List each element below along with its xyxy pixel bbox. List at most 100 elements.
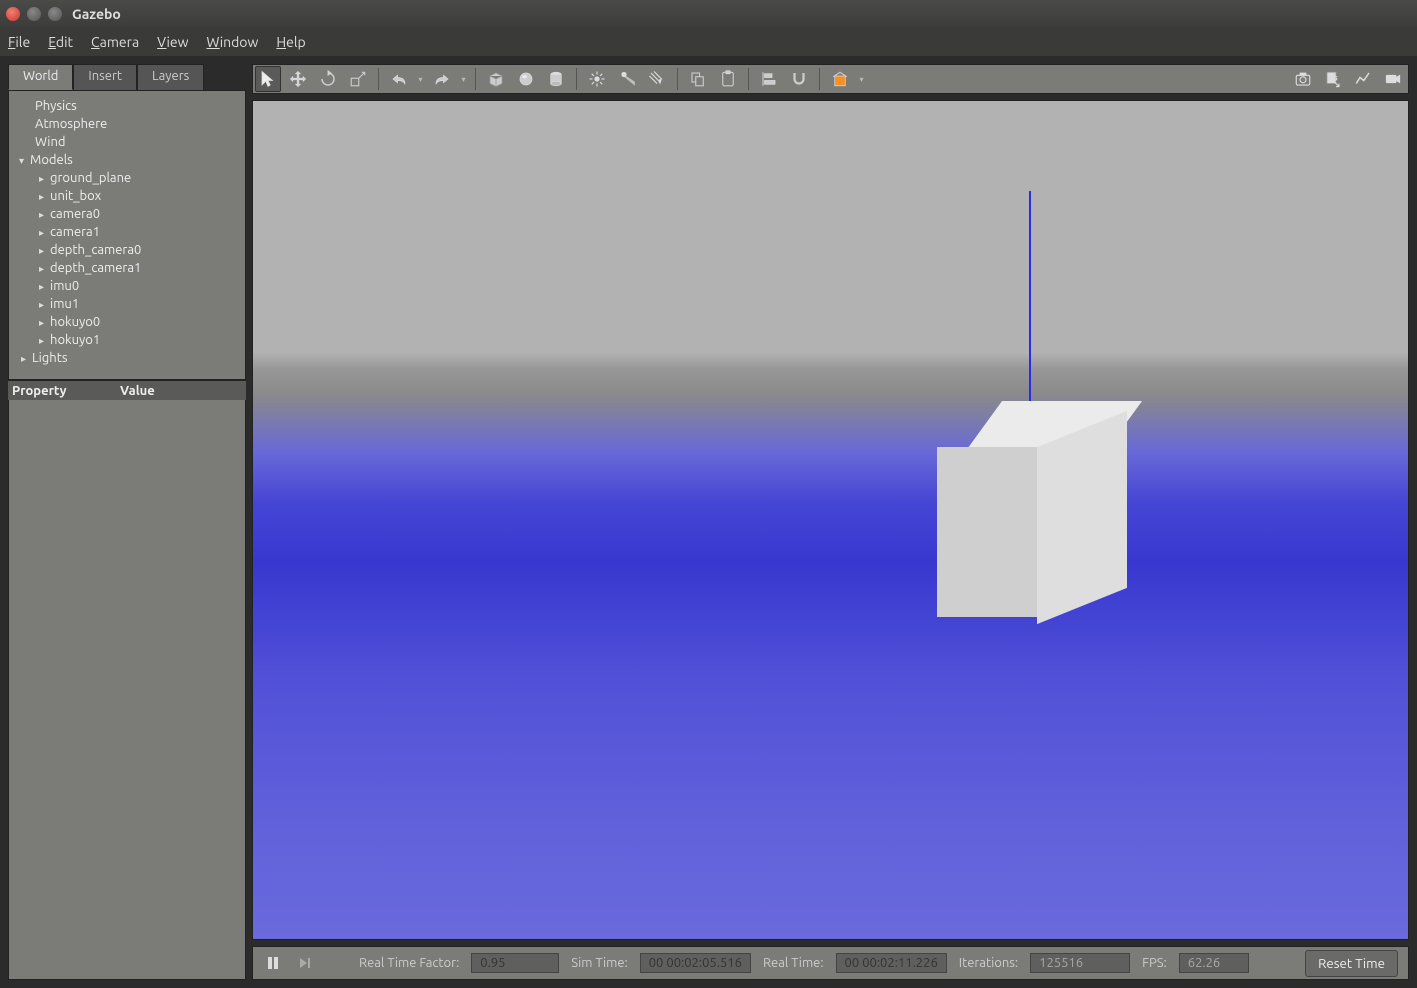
tool-align[interactable] (756, 66, 782, 92)
rtf-value: 0.95 (471, 953, 559, 973)
status-bar: Real Time Factor: 0.95 Sim Time: 00 00:0… (252, 946, 1409, 980)
copy-icon (689, 70, 707, 88)
tree-model-camera1[interactable]: camera1 (13, 223, 241, 241)
menu-view[interactable]: View (157, 34, 188, 50)
menu-edit[interactable]: Edit (48, 34, 73, 50)
sphere-icon (517, 70, 535, 88)
iterations-value: 125516 (1030, 953, 1130, 973)
tree-model-depth_camera1[interactable]: depth_camera1 (13, 259, 241, 277)
box-icon (487, 70, 505, 88)
tree-wind[interactable]: Wind (13, 133, 241, 151)
tool-sphere[interactable] (513, 66, 539, 92)
menu-camera[interactable]: Camera (91, 34, 139, 50)
tree-model-imu0[interactable]: imu0 (13, 277, 241, 295)
tool-record[interactable] (1380, 66, 1406, 92)
cursor-icon (259, 70, 277, 88)
property-header-property: Property (8, 384, 116, 398)
menubar: File Edit Camera View Window Help (0, 28, 1417, 56)
tree-model-imu1[interactable]: imu1 (13, 295, 241, 313)
tool-copy[interactable] (685, 66, 711, 92)
move-icon (289, 70, 307, 88)
tab-layers[interactable]: Layers (137, 64, 204, 90)
menu-window[interactable]: Window (206, 34, 258, 50)
tool-undo[interactable] (386, 66, 412, 92)
tree-physics[interactable]: Physics (13, 97, 241, 115)
tool-paste[interactable] (715, 66, 741, 92)
scene-cube (937, 421, 1117, 601)
3d-viewport[interactable] (252, 100, 1409, 940)
window-maximize-button[interactable] (48, 7, 62, 21)
real-time-label: Real Time: (763, 956, 824, 970)
pause-button[interactable] (263, 953, 283, 973)
building-icon (831, 70, 849, 88)
window-close-button[interactable] (6, 7, 20, 21)
tool-scale[interactable] (345, 66, 371, 92)
rotate-icon (319, 70, 337, 88)
tab-world[interactable]: World (8, 64, 73, 90)
property-header: Property Value (8, 380, 246, 400)
tool-plot[interactable] (1350, 66, 1376, 92)
building-dropdown[interactable]: ▾ (857, 75, 866, 84)
tool-cylinder[interactable] (543, 66, 569, 92)
toolbar: ▾ ▾ (252, 64, 1409, 94)
window-minimize-button[interactable] (27, 7, 41, 21)
tree-model-camera0[interactable]: camera0 (13, 205, 241, 223)
fps-label: FPS: (1142, 956, 1167, 970)
step-button[interactable] (295, 953, 315, 973)
spot-light-icon (618, 70, 636, 88)
tree-models[interactable]: Models (13, 151, 241, 169)
tree-atmosphere[interactable]: Atmosphere (13, 115, 241, 133)
tool-snap[interactable] (786, 66, 812, 92)
sim-time-label: Sim Time: (571, 956, 627, 970)
property-panel (8, 400, 246, 980)
tree-model-hokuyo1[interactable]: hokuyo1 (13, 331, 241, 349)
svg-text:LOG: LOG (1329, 76, 1338, 81)
reset-time-button[interactable]: Reset Time (1305, 950, 1398, 977)
menu-help[interactable]: Help (276, 34, 305, 50)
record-icon (1384, 70, 1402, 88)
cylinder-icon (547, 70, 565, 88)
tree-model-hokuyo0[interactable]: hokuyo0 (13, 313, 241, 331)
tool-translate[interactable] (285, 66, 311, 92)
undo-dropdown[interactable]: ▾ (416, 75, 425, 84)
rtf-label: Real Time Factor: (359, 956, 459, 970)
camera-icon (1294, 70, 1312, 88)
tool-rotate[interactable] (315, 66, 341, 92)
paste-icon (719, 70, 737, 88)
log-icon: LOG (1324, 70, 1342, 88)
tool-box[interactable] (483, 66, 509, 92)
tree-model-depth_camera0[interactable]: depth_camera0 (13, 241, 241, 259)
tool-select[interactable] (255, 66, 281, 92)
tool-log[interactable]: LOG (1320, 66, 1346, 92)
undo-icon (390, 70, 408, 88)
pause-icon (266, 956, 280, 970)
tool-building-editor[interactable] (827, 66, 853, 92)
tab-insert[interactable]: Insert (73, 64, 137, 90)
tool-directional-light[interactable] (644, 66, 670, 92)
window-title: Gazebo (72, 6, 121, 22)
z-axis-line (1029, 191, 1031, 431)
iterations-label: Iterations: (959, 956, 1018, 970)
directional-light-icon (648, 70, 666, 88)
redo-icon (433, 70, 451, 88)
sim-time-value: 00 00:02:05.516 (640, 953, 751, 973)
align-icon (760, 70, 778, 88)
tool-spot-light[interactable] (614, 66, 640, 92)
fps-value: 62.26 (1179, 953, 1249, 973)
tool-screenshot[interactable] (1290, 66, 1316, 92)
redo-dropdown[interactable]: ▾ (459, 75, 468, 84)
step-icon (298, 956, 312, 970)
snap-icon (790, 70, 808, 88)
point-light-icon (588, 70, 606, 88)
tool-point-light[interactable] (584, 66, 610, 92)
menu-file[interactable]: File (8, 34, 30, 50)
world-tree[interactable]: Physics Atmosphere Wind Models ground_pl… (8, 90, 246, 380)
tree-lights[interactable]: Lights (13, 349, 241, 367)
property-header-value: Value (116, 384, 155, 398)
tool-redo[interactable] (429, 66, 455, 92)
tree-model-unit_box[interactable]: unit_box (13, 187, 241, 205)
plot-icon (1354, 70, 1372, 88)
tree-model-ground_plane[interactable]: ground_plane (13, 169, 241, 187)
scale-icon (349, 70, 367, 88)
sidebar: World Insert Layers Physics Atmosphere W… (8, 64, 246, 980)
